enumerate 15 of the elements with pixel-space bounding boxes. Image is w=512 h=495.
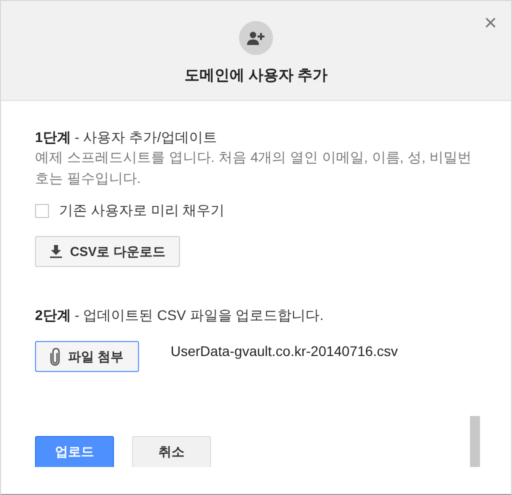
download-csv-button[interactable]: CSV로 다운로드 <box>35 236 180 267</box>
scrollbar-thumb[interactable] <box>470 416 480 467</box>
checkbox[interactable] <box>35 204 49 218</box>
paperclip-icon <box>50 348 60 366</box>
checkbox-label: 기존 사용자로 미리 채우기 <box>59 202 225 220</box>
add-person-icon <box>239 21 273 55</box>
step-description: 예제 스프레드시트를 엽니다. 처음 4개의 열인 이메일, 이름, 성, 비밀번호는 필수입니다. <box>35 148 472 188</box>
step-heading: 2단계 - 업데이트된 CSV 파일을 업로드합니다. <box>35 306 325 325</box>
step-heading: 1단계 - 사용자 추가/업데이트 <box>35 128 218 147</box>
dialog-title: 도메인에 사용자 추가 <box>184 66 328 85</box>
close-button[interactable]: × <box>484 11 497 35</box>
download-icon <box>50 245 62 258</box>
file-name: UserData-gvault.co.kr-20140716.csv <box>170 343 398 359</box>
cancel-button[interactable]: 취소 <box>132 436 211 467</box>
attach-file-button[interactable]: 파일 첨부 <box>35 341 139 372</box>
